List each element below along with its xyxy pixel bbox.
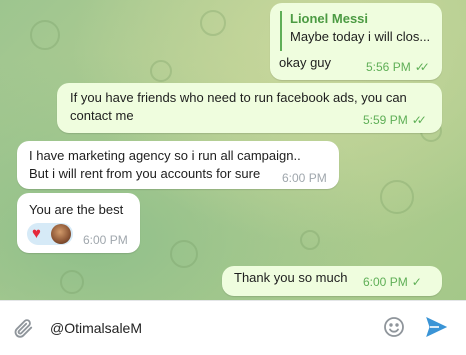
background-doodle xyxy=(200,10,226,36)
message-text: okay guy xyxy=(279,55,332,70)
background-doodle xyxy=(170,240,198,268)
reply-preview[interactable]: Lionel Messi Maybe today i will clos... xyxy=(280,11,440,51)
send-icon[interactable] xyxy=(424,315,448,344)
background-doodle xyxy=(300,230,320,250)
message-bubble-outgoing[interactable]: Lionel Messi Maybe today i will clos... … xyxy=(270,3,442,80)
heart-icon: ♥ xyxy=(32,225,41,242)
message-time: 6:00 PM xyxy=(282,171,327,185)
paperclip-icon[interactable] xyxy=(12,317,34,344)
reaction-avatar xyxy=(51,224,71,244)
message-time: 5:59 PM xyxy=(363,113,408,127)
message-text: Thank you so much xyxy=(234,270,348,285)
message-meta: 5:59 PM ✓✓ xyxy=(363,113,427,127)
message-meta: 6:00 PM ✓ xyxy=(363,275,422,289)
message-meta: 5:56 PM ✓✓ xyxy=(366,60,430,74)
background-doodle xyxy=(150,60,172,82)
message-bubble-outgoing[interactable]: If you have friends who need to run face… xyxy=(57,83,442,133)
message-text: But i will rent from you accounts for su… xyxy=(29,166,261,181)
message-bubble-incoming[interactable]: You are the best ♥ 6:00 PM xyxy=(17,193,140,253)
check-icon: ✓ xyxy=(411,275,422,289)
double-check-icon: ✓✓ xyxy=(414,60,430,74)
message-text: You are the best xyxy=(29,202,124,217)
message-time: 6:00 PM xyxy=(363,275,408,289)
background-doodle xyxy=(30,20,60,50)
smile-icon[interactable] xyxy=(382,315,406,344)
message-bubble-incoming[interactable]: I have marketing agency so i run all cam… xyxy=(17,141,339,189)
message-text: I have marketing agency so i run all cam… xyxy=(29,148,301,163)
chat-background: Lionel Messi Maybe today i will clos... … xyxy=(0,0,466,300)
background-doodle xyxy=(60,270,84,294)
reply-author: Lionel Messi xyxy=(290,11,369,26)
message-time: 5:56 PM xyxy=(366,60,411,74)
background-doodle xyxy=(380,180,414,214)
double-check-icon: ✓✓ xyxy=(411,113,427,127)
message-input[interactable]: @OtimalsaleM xyxy=(50,320,142,336)
message-reactions[interactable]: ♥ xyxy=(27,223,73,245)
reply-text: Maybe today i will clos... xyxy=(290,29,431,44)
message-text: If you have friends who need to run face… xyxy=(70,90,407,105)
message-time: 6:00 PM xyxy=(83,233,128,247)
message-text: contact me xyxy=(70,108,134,123)
message-composer[interactable]: @OtimalsaleM xyxy=(0,300,466,355)
message-bubble-outgoing[interactable]: Thank you so much 6:00 PM ✓ xyxy=(222,266,442,296)
